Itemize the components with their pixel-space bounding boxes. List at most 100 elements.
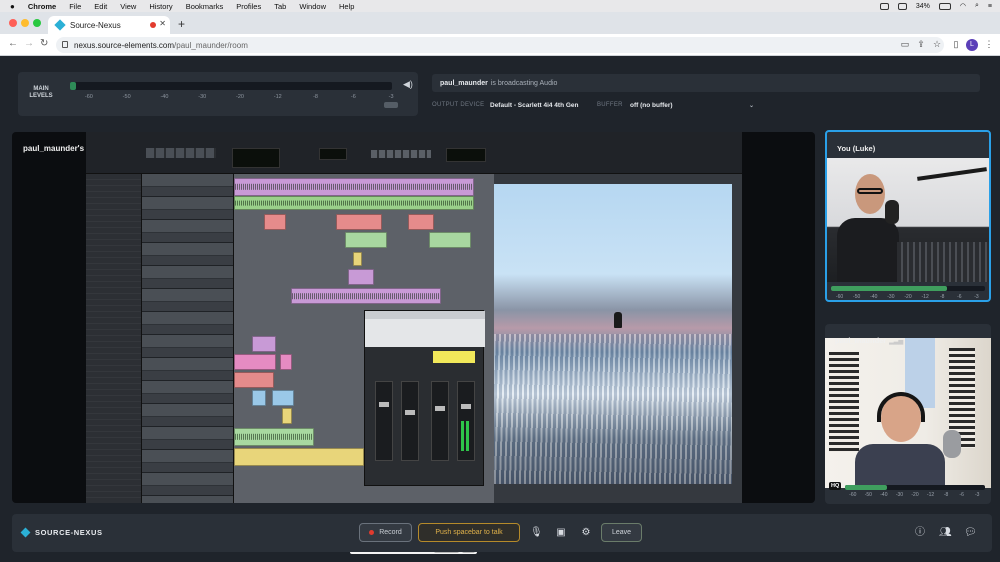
leave-label: Leave [611,529,632,536]
daw-clip [234,428,314,446]
new-tab-button[interactable]: + [178,17,185,31]
daw-clip [408,214,434,230]
menu-window[interactable]: Window [299,2,326,11]
reload-icon[interactable]: ↻ [40,38,48,49]
menu-help[interactable]: Help [339,2,354,11]
tab-close-icon[interactable]: ✕ [159,19,166,28]
screen-mirror-icon[interactable] [879,2,889,10]
plugin-header [365,319,485,347]
main-level-tick: -3 [388,94,394,100]
menu-edit[interactable]: Edit [94,2,107,11]
daw-clip [234,354,276,370]
chat-icon[interactable]: 💬︎ [964,527,977,539]
share-icon[interactable]: ⇪ [916,39,926,49]
bookmark-star-icon[interactable]: ☆ [932,39,942,49]
participant-tile-you[interactable]: You (Luke) -60 -50 -40 -30 -20 -12 -8 -6 -3 [825,130,991,302]
chevron-down-icon: ⌄ [748,102,754,109]
push-to-talk-button[interactable]: Push spacebar to talk [418,523,520,542]
person-body [855,444,945,488]
brand-name: SOURCE-NEXUS [35,528,103,537]
menu-profiles[interactable]: Profiles [236,2,261,11]
main-volume-slider[interactable] [384,102,398,108]
browser-tab[interactable]: Source-Nexus ✕ [48,16,170,34]
paul-level-tick: -8 [943,492,949,498]
daw-clip [234,372,274,388]
main-level-scale: -60 -50 -40 -30 -20 -12 -8 -6 -3 [70,94,410,104]
more-menu-icon[interactable]: ⋮ [984,39,994,49]
you-level-meter [831,286,985,291]
control-center-icon[interactable]: ≡ [988,3,992,10]
plugin-meter [466,421,469,451]
paul-level-fill [845,485,887,490]
display-icon[interactable] [897,2,907,10]
daw-clip [234,178,474,196]
forward-icon[interactable]: → [24,38,34,49]
menu-chrome[interactable]: Chrome [28,2,56,11]
menu-tab[interactable]: Tab [274,2,286,11]
daw-clip [345,232,387,248]
microphone [943,430,961,458]
paul-level-scale: -60 -50 -40 -30 -20 -12 -8 -6 -3 [845,492,985,500]
buffer-select[interactable]: off (no buffer) ⌄ [630,98,754,112]
buffer-value: off (no buffer) [630,101,673,109]
tile-name-paul: paul_maunder ▂▃▅ [835,336,903,345]
participants-icon[interactable]: 👥︎ [939,527,952,539]
speaker-icon[interactable]: ◀) [403,79,413,90]
spotlight-icon[interactable]: ⌕ [975,2,979,10]
lock-icon[interactable] [62,41,68,48]
daw-tool-buttons [146,148,216,158]
screen-share-view[interactable]: paul_maunder's screen▂▃▅ [12,132,815,503]
plugin-fader [401,381,419,461]
you-level-tick: -3 [974,294,979,300]
daw-clip [234,448,364,466]
video-wave [494,334,732,484]
gear-icon[interactable]: ⚙ [580,527,592,539]
you-level-tick: -60 [835,294,844,300]
profile-avatar[interactable]: L [966,39,978,51]
window-minimize-button[interactable] [21,19,29,27]
wifi-icon[interactable]: ◠ [960,2,966,10]
output-device-value: Default - Scarlett 4i4 4th Gen [490,101,579,109]
daw-counter-tertiary [446,148,486,162]
cast-icon[interactable]: ▭ [900,39,910,49]
window-zoom-button[interactable] [33,19,41,27]
daw-counter-secondary [319,148,347,160]
tile-name-paul-text: paul_maunder [835,336,887,345]
daw-toolbar [86,132,742,174]
brand-diamond-icon [20,527,31,538]
daw-clip [282,408,292,424]
info-icon[interactable]: ⓘ [914,527,926,539]
daw-clip [272,390,294,406]
window-close-button[interactable] [9,19,17,27]
daw-clip [353,252,362,266]
daw-clip [348,269,374,285]
main-level-meter [70,82,392,90]
plugin-titlebar [365,311,485,319]
wall-panel [829,352,859,452]
record-button[interactable]: Record [359,523,412,542]
main-level-tick: -20 [236,94,244,100]
menu-file[interactable]: File [69,2,81,11]
url-bar[interactable]: nexus.source-elements.com/paul_maunder/r… [56,37,944,53]
microphone-icon[interactable]: 🎙︎ [530,527,543,539]
tile-name-you: You (Luke) [837,144,876,153]
daw-clip [234,196,474,210]
apple-icon[interactable]: ● [10,2,15,11]
bottom-toolbar: SOURCE-NEXUS Record Push spacebar to tal… [12,514,992,552]
nexus-app: MAIN LEVELS -60 -50 -40 -30 -20 -12 -8 -6 -3 ◀) … [0,56,1000,562]
browser-toolbar: ← → ↻ nexus.source-elements.com/paul_mau… [0,34,1000,56]
camera-icon[interactable]: ▣ [555,527,567,539]
menu-bookmarks[interactable]: Bookmarks [186,2,224,11]
record-dot-icon [369,530,375,535]
side-panel-icon[interactable]: ▯ [951,39,961,49]
back-icon[interactable]: ← [8,38,18,49]
leave-button[interactable]: Leave [601,523,642,542]
broadcast-text: is broadcasting Audio [490,79,558,87]
daw-track-list [86,174,142,503]
participant-tile-paul[interactable]: paul_maunder ▂▃▅ HQ -60 -50 -40 -30 -20 -12 -8-… [825,324,991,504]
menu-history[interactable]: History [149,2,172,11]
menu-view[interactable]: View [120,2,136,11]
output-device-select[interactable]: Default - Scarlett 4i4 4th Gen [490,98,590,112]
battery-icon[interactable] [938,2,951,10]
paul-level-tick: -40 [880,492,888,498]
